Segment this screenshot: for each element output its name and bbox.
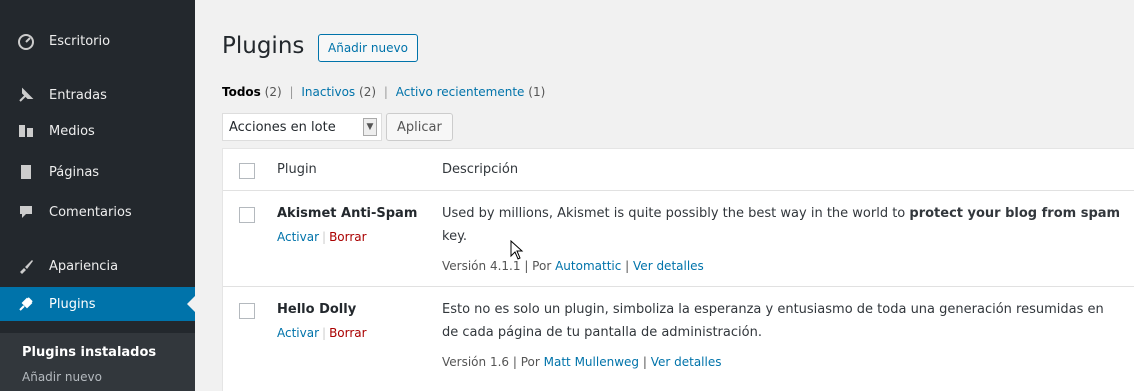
sidebar-item-label: Medios	[49, 123, 95, 139]
comment-icon	[15, 203, 37, 221]
sidebar-item-label: Escritorio	[49, 33, 111, 49]
plugin-description: Esto no es solo un plugin, simboliza la …	[442, 302, 1104, 317]
row-actions: Activar | Borrar	[277, 326, 367, 340]
sidebar-item-label: Plugins	[49, 296, 96, 312]
sidebar-item-apariencia[interactable]: Apariencia	[0, 249, 195, 283]
meta-separator: |	[524, 259, 533, 273]
sidebar-item-paginas[interactable]: Páginas	[0, 155, 195, 189]
row-checkbox[interactable]	[239, 207, 255, 223]
column-header-plugin[interactable]: Plugin	[277, 162, 317, 177]
view-details-link[interactable]: Ver detalles	[633, 259, 704, 273]
plugin-name: Akismet Anti-Spam	[277, 206, 418, 221]
submenu-item-add-new[interactable]: Añadir nuevo	[22, 370, 102, 384]
filter-inactive-count: (2)	[359, 85, 377, 99]
by-label: Por	[520, 355, 540, 369]
action-separator: |	[322, 230, 327, 244]
filter-recent-count: (1)	[528, 85, 546, 99]
sidebar-item-entradas[interactable]: Entradas	[0, 78, 195, 112]
meta-separator: |	[512, 355, 521, 369]
filter-separator: |	[383, 85, 388, 99]
plugin-meta: Versión 4.1.1 | Por Automattic | Ver det…	[442, 259, 704, 273]
page-title: Plugins	[222, 33, 305, 59]
filter-separator: |	[289, 85, 294, 99]
apply-button[interactable]: Aplicar	[386, 113, 453, 141]
admin-sidebar: Escritorio Entradas Medios Páginas Comen…	[0, 0, 195, 391]
column-header-description: Descripción	[442, 162, 519, 177]
delete-link[interactable]: Borrar	[329, 326, 367, 340]
sidebar-item-plugins[interactable]: Plugins	[0, 287, 195, 321]
sidebar-item-label: Apariencia	[49, 258, 119, 274]
meta-separator: |	[625, 259, 634, 273]
plugin-description-line2: key.	[442, 229, 468, 244]
sidebar-item-comentarios[interactable]: Comentarios	[0, 195, 195, 229]
filter-all-count: (2)	[264, 85, 282, 99]
add-new-plugin-button[interactable]: Añadir nuevo	[318, 34, 418, 62]
pin-icon	[15, 86, 37, 104]
submenu-item-installed-plugins[interactable]: Plugins instalados	[22, 345, 156, 360]
filter-recently-active[interactable]: Activo recientemente	[396, 85, 525, 99]
plugin-description-line2: de cada página de tu pantalla de adminis…	[442, 325, 762, 340]
delete-link[interactable]: Borrar	[329, 230, 367, 244]
plugin-version: Versión 4.1.1	[442, 259, 521, 273]
table-row: Akismet Anti-Spam Activar | Borrar Used by…	[223, 192, 1134, 287]
table-header: Plugin Descripción	[223, 149, 1134, 191]
plugins-table: Plugin Descripción Akismet Anti-Spam Act…	[222, 148, 1134, 391]
sidebar-item-escritorio[interactable]: Escritorio	[0, 24, 195, 58]
plugin-status-filters: Todos (2) | Inactivos (2) | Activo recie…	[222, 85, 545, 99]
author-link[interactable]: Automattic	[555, 259, 621, 273]
bulk-actions-select[interactable]: Acciones en lote ▼	[222, 113, 382, 141]
sidebar-item-medios[interactable]: Medios	[0, 114, 195, 148]
select-all-checkbox[interactable]	[239, 163, 255, 179]
meta-separator: |	[642, 355, 651, 369]
row-checkbox[interactable]	[239, 303, 255, 319]
bulk-actions-value: Acciones en lote	[229, 119, 336, 135]
media-icon	[15, 122, 37, 140]
pages-icon	[15, 163, 37, 181]
chevron-down-icon[interactable]: ▼	[363, 118, 377, 136]
activate-link[interactable]: Activar	[277, 230, 319, 244]
description-text: Used by millions, Akismet is quite possi…	[442, 206, 910, 221]
row-actions: Activar | Borrar	[277, 230, 367, 244]
sidebar-item-label: Entradas	[49, 87, 107, 103]
filter-all[interactable]: Todos	[222, 85, 261, 99]
dashboard-icon	[15, 32, 37, 50]
view-details-link[interactable]: Ver detalles	[651, 355, 722, 369]
filter-inactive[interactable]: Inactivos	[301, 85, 355, 99]
brush-icon	[15, 257, 37, 275]
description-bold-text: protect your blog from spam	[909, 206, 1121, 221]
action-separator: |	[322, 326, 327, 340]
main-content: Plugins Añadir nuevo Todos (2) | Inactiv…	[195, 0, 1134, 391]
by-label: Por	[532, 259, 552, 273]
author-link[interactable]: Matt Mullenweg	[544, 355, 639, 369]
plugin-name: Hello Dolly	[277, 302, 357, 317]
plugin-icon	[15, 295, 37, 313]
mouse-pointer-icon	[510, 240, 524, 260]
sidebar-item-label: Comentarios	[49, 204, 132, 220]
plugins-submenu: Plugins instalados Añadir nuevo	[0, 333, 195, 391]
activate-link[interactable]: Activar	[277, 326, 319, 340]
plugin-description: Used by millions, Akismet is quite possi…	[442, 206, 1134, 221]
plugin-meta: Versión 1.6 | Por Matt Mullenweg | Ver d…	[442, 355, 721, 369]
sidebar-item-label: Páginas	[49, 164, 100, 180]
table-row: Hello Dolly Activar | Borrar Esto no es so…	[223, 288, 1134, 391]
plugin-version: Versión 1.6	[442, 355, 510, 369]
